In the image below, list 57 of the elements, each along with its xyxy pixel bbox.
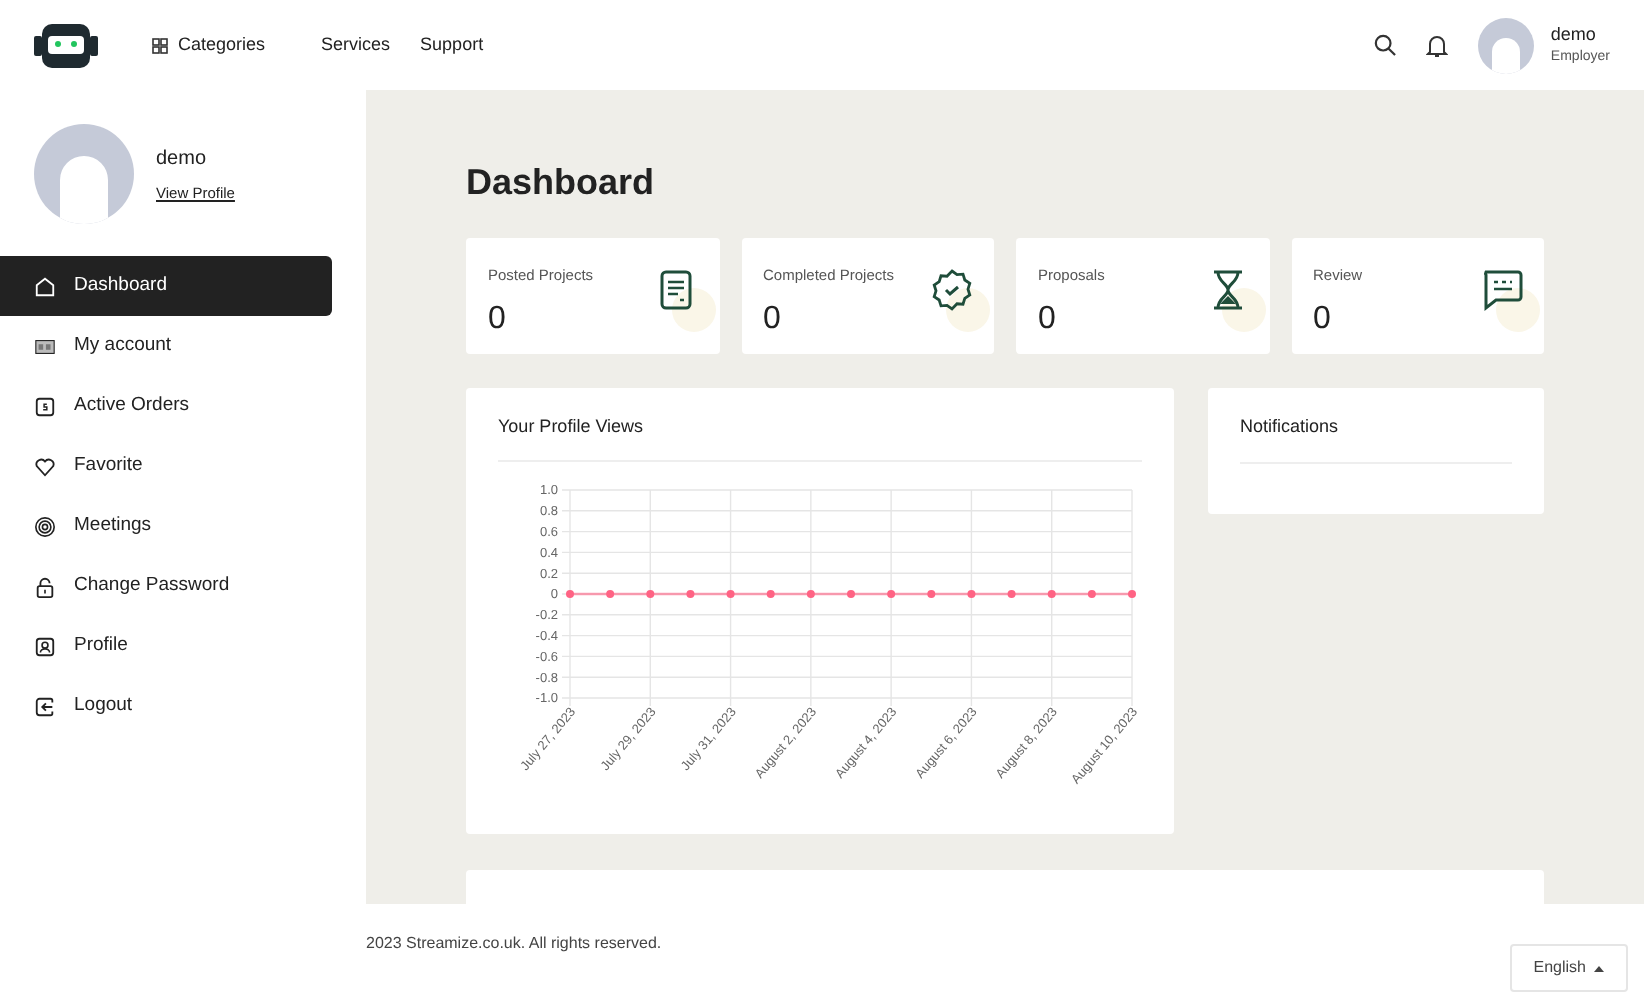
lock-icon: [34, 575, 56, 597]
stat-value: 0: [1313, 300, 1331, 341]
card-title: Notifications: [1240, 414, 1512, 463]
user-name: demo: [156, 145, 209, 174]
search-icon[interactable]: [1374, 34, 1397, 56]
data-point: [566, 589, 574, 597]
user-name: demo: [1550, 23, 1598, 46]
icon-background: [1221, 288, 1265, 332]
sidebar-item[interactable]: My account: [0, 316, 332, 376]
data-point: [927, 589, 936, 597]
sidebar-item[interactable]: Favorite: [0, 436, 332, 496]
data-point: [967, 589, 976, 597]
stat-value: 0: [763, 300, 781, 341]
avatar: [34, 124, 134, 224]
data-point: [1047, 589, 1056, 597]
data-point: [1087, 589, 1096, 597]
card-title: Your Profile Views: [498, 414, 1142, 461]
page-title: Dashboard: [466, 160, 657, 206]
data-point: [1007, 589, 1016, 597]
icon-background: [671, 288, 715, 332]
icon-background: [946, 288, 990, 332]
nav-link[interactable]: Categories: [152, 31, 266, 59]
data-point: [1128, 589, 1136, 597]
nav-link[interactable]: Services: [321, 31, 391, 59]
bell-icon[interactable]: [1426, 33, 1449, 57]
target-icon: [34, 515, 56, 537]
language-selector[interactable]: English: [1509, 944, 1628, 992]
logout-icon: [34, 695, 56, 717]
profile-icon: [34, 635, 56, 657]
data-point: [646, 589, 655, 597]
chat-icon: [1480, 268, 1524, 312]
grid-icon: [152, 37, 168, 53]
dollar-icon: [34, 395, 56, 417]
stat-value: 0: [488, 300, 506, 341]
caret-icon: [1594, 965, 1604, 971]
data-point: [766, 589, 775, 597]
sidebar-item[interactable]: Active Orders: [0, 376, 332, 436]
sidebar-item[interactable]: Meetings: [0, 496, 332, 556]
data-point: [606, 589, 615, 597]
id-card-icon: [34, 335, 56, 357]
data-point: [806, 589, 815, 597]
data-point: [847, 589, 855, 597]
sidebar-item[interactable]: Dashboard: [0, 256, 332, 316]
data-point: [686, 589, 695, 597]
logo-icon[interactable]: [34, 19, 98, 71]
sidebar-item[interactable]: Change Password: [0, 556, 332, 616]
heart-icon: [34, 455, 56, 477]
home-icon: [34, 275, 56, 297]
data-point: [887, 589, 896, 597]
sidebar-item[interactable]: Profile: [0, 616, 332, 676]
stat-value: 0: [1038, 300, 1056, 341]
copyright-text: 2023 Streamize.co.uk. All rights reserved.: [366, 932, 662, 956]
sidebar-item[interactable]: Logout: [0, 676, 332, 736]
data-point: [726, 589, 735, 597]
nav-link[interactable]: Support: [420, 31, 484, 59]
check-badge-icon: [930, 268, 974, 312]
icon-background: [1496, 288, 1540, 332]
